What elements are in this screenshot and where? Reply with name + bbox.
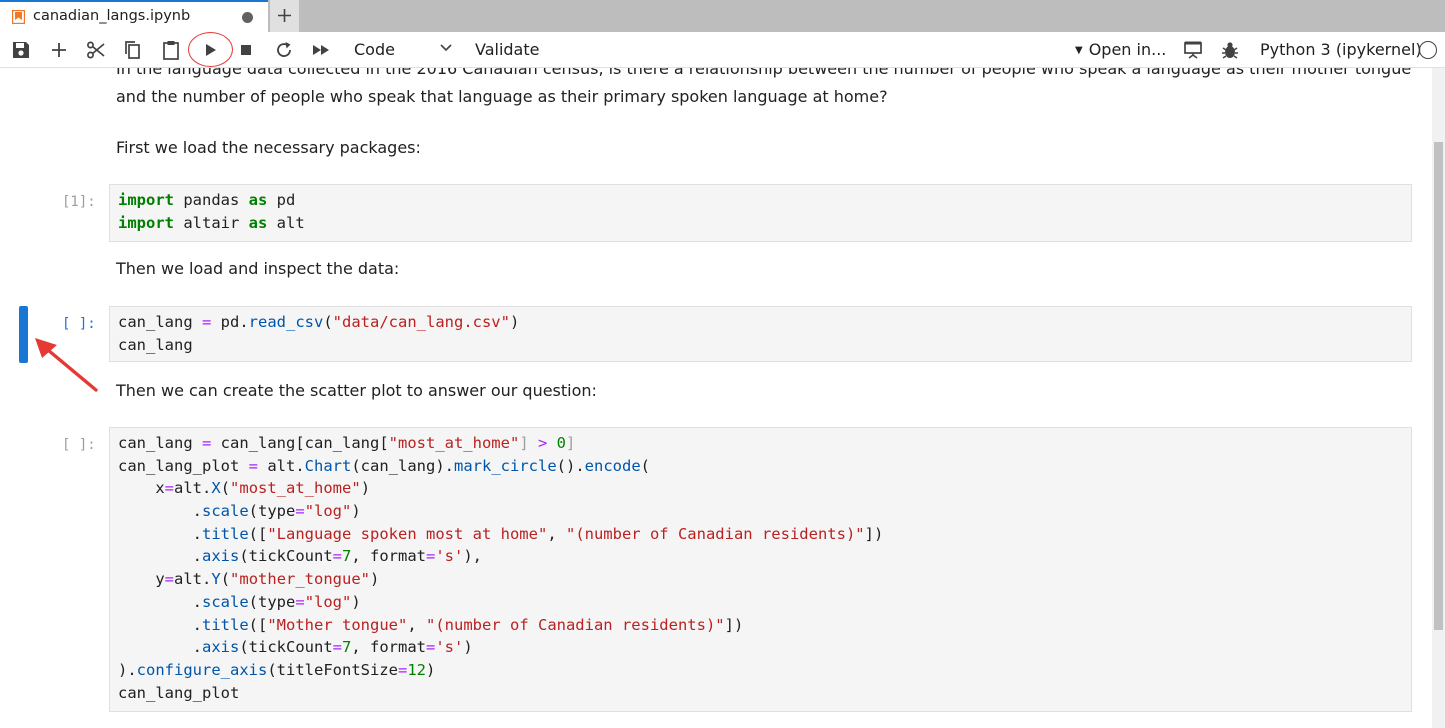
notebook-tab[interactable]: canadian_langs.ipynb	[0, 0, 268, 32]
annotation-arrow-icon	[35, 338, 98, 392]
code-cell-scatter-plot[interactable]: can_lang = can_lang[can_lang["most_at_ho…	[109, 427, 1412, 712]
copy-icon	[125, 41, 140, 59]
code-line: .axis(tickCount=7, format='s')	[118, 638, 473, 657]
code-line: can_lang	[118, 335, 193, 354]
presentation-icon	[1184, 41, 1202, 59]
chevron-down-icon	[440, 44, 452, 52]
kernel-name-button[interactable]: Python 3 (ipykernel)	[1260, 40, 1422, 59]
scissors-icon	[87, 41, 105, 59]
insert-cell-button[interactable]	[48, 39, 70, 61]
open-in-label: Open in...	[1088, 40, 1167, 59]
interrupt-kernel-button[interactable]	[235, 39, 257, 61]
code-line: import pandas as pd	[118, 191, 296, 209]
code-cell-load-data[interactable]: can_lang = pd.read_csv("data/can_lang.cs…	[109, 306, 1412, 362]
notebook-panel: In the language data collected in the 20…	[0, 68, 1432, 728]
code-line: can_lang = can_lang[can_lang["most_at_ho…	[118, 434, 576, 452]
cell-prompt: [1]:	[62, 194, 96, 210]
kernel-idle-status-icon	[1419, 41, 1437, 59]
save-icon	[13, 42, 29, 58]
cell-type-select[interactable]: Code	[354, 40, 456, 60]
code-line: can_lang_plot = alt.Chart(can_lang).mark…	[118, 456, 650, 475]
code-line: import altair as alt	[118, 213, 305, 232]
save-button[interactable]	[10, 39, 32, 61]
clipboard-icon	[163, 41, 179, 60]
plus-icon	[52, 43, 66, 57]
bug-icon	[1222, 42, 1238, 59]
markdown-load-packages: First we load the necessary packages:	[116, 138, 421, 157]
cell-prompt: [ ]:	[62, 316, 96, 332]
restart-run-all-button[interactable]	[310, 39, 332, 61]
run-cell-button[interactable]	[199, 39, 221, 61]
cut-cell-button[interactable]	[85, 39, 107, 61]
unsaved-indicator-icon[interactable]	[242, 12, 253, 23]
fast-forward-icon	[313, 45, 329, 55]
markdown-intro-line2: and the number of people who speak that …	[116, 87, 888, 106]
restart-kernel-button[interactable]	[273, 39, 295, 61]
stop-icon	[241, 45, 251, 55]
notebook-scrollbar[interactable]	[1432, 68, 1445, 728]
code-line: .title(["Mother tongue", "(number of Can…	[118, 615, 744, 634]
code-line: can_lang_plot	[118, 683, 240, 702]
debugger-button[interactable]	[1219, 39, 1241, 61]
cell-type-value: Code	[354, 40, 395, 59]
copy-cell-button[interactable]	[122, 39, 144, 61]
code-line: can_lang = pd.read_csv("data/can_lang.cs…	[118, 313, 520, 331]
code-line: .title(["Language spoken most at home", …	[118, 524, 884, 543]
open-in-dropdown[interactable]: ▼ Open in...	[1075, 40, 1166, 59]
new-tab-button[interactable]	[270, 0, 299, 32]
code-line: .scale(type="log")	[118, 592, 361, 611]
restart-icon	[277, 42, 291, 57]
markdown-intro-line1: In the language data collected in the 20…	[116, 68, 1412, 78]
scrollbar-thumb[interactable]	[1434, 142, 1443, 630]
code-line: x=alt.X("most_at_home")	[118, 479, 371, 498]
tab-bar: canadian_langs.ipynb	[0, 0, 1445, 32]
validate-button[interactable]: Validate	[475, 40, 539, 59]
markdown-scatter: Then we can create the scatter plot to a…	[116, 381, 597, 400]
caret-down-icon: ▼	[1075, 45, 1083, 56]
markdown-load-data: Then we load and inspect the data:	[116, 259, 400, 278]
active-cell-indicator[interactable]	[19, 306, 28, 363]
notebook-toolbar: Code Validate ▼ Open in... Python 3 (ipyk…	[0, 32, 1445, 68]
plus-icon	[278, 9, 291, 22]
cell-prompt: [ ]:	[62, 437, 96, 453]
paste-cell-button[interactable]	[160, 39, 182, 61]
tab-title: canadian_langs.ipynb	[33, 8, 191, 24]
code-line: ).configure_axis(titleFontSize=12)	[118, 660, 436, 679]
code-line: .scale(type="log")	[118, 502, 361, 521]
code-line: y=alt.Y("mother_tongue")	[118, 570, 380, 589]
notebook-icon	[12, 10, 25, 24]
code-cell-imports[interactable]: import pandas as pd import altair as alt	[109, 184, 1412, 242]
presentation-button[interactable]	[1182, 39, 1204, 61]
play-icon	[206, 44, 216, 56]
code-line: .axis(tickCount=7, format='s'),	[118, 547, 483, 566]
